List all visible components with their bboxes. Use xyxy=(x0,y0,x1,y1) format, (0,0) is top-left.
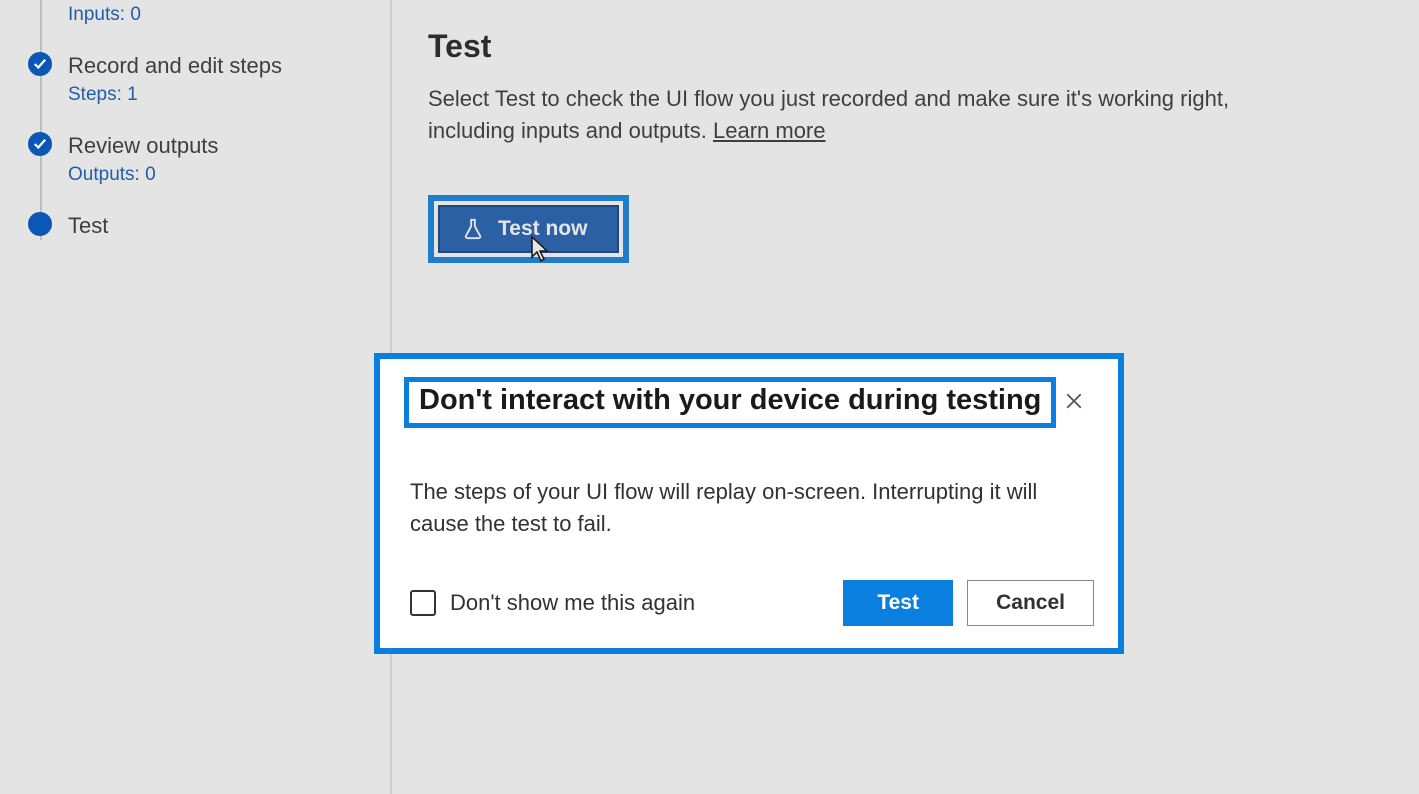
stepper-step-title: Record and edit steps xyxy=(68,52,282,80)
close-icon xyxy=(1065,392,1083,410)
dialog-header: Don't interact with your device during t… xyxy=(404,377,1094,428)
dialog-footer: Don't show me this again Test Cancel xyxy=(404,580,1094,626)
stepper-bullet-done xyxy=(28,52,52,76)
check-icon xyxy=(33,57,47,71)
cancel-button[interactable]: Cancel xyxy=(967,580,1094,626)
stepper-step-review[interactable]: Review outputs Outputs: 0 xyxy=(0,132,390,186)
stepper-bullet-current xyxy=(28,212,52,236)
stepper-connector-line xyxy=(40,0,42,240)
checkbox-label: Don't show me this again xyxy=(450,590,695,616)
stepper-step-title: Test xyxy=(68,212,108,240)
dialog-title: Don't interact with your device during t… xyxy=(419,384,1041,417)
stepper-step-test[interactable]: Test xyxy=(0,212,390,240)
stepper-step-sub: Steps: 1 xyxy=(68,84,282,106)
test-now-highlight: Test now xyxy=(428,195,629,263)
stepper-step-sub: Outputs: 0 xyxy=(68,164,218,186)
page-description-text: Select Test to check the UI flow you jus… xyxy=(428,86,1229,143)
flask-icon xyxy=(462,218,484,240)
test-now-label: Test now xyxy=(498,217,587,241)
stepper-step-record[interactable]: Record and edit steps Steps: 1 xyxy=(0,52,390,106)
wizard-stepper-sidebar: Inputs: 0 Record and edit steps Steps: 1… xyxy=(0,0,390,794)
close-button[interactable] xyxy=(1058,385,1090,417)
dialog-actions: Test Cancel xyxy=(843,580,1094,626)
checkbox-box xyxy=(410,590,436,616)
learn-more-link[interactable]: Learn more xyxy=(713,118,826,143)
page-title: Test xyxy=(428,28,1383,65)
stepper-step-sub: Inputs: 0 xyxy=(68,4,141,26)
stepper-bullet-done xyxy=(28,132,52,156)
test-warning-dialog: Don't interact with your device during t… xyxy=(374,353,1124,654)
dialog-title-highlight: Don't interact with your device during t… xyxy=(404,377,1056,428)
test-now-button[interactable]: Test now xyxy=(438,205,619,253)
test-button[interactable]: Test xyxy=(843,580,953,626)
dont-show-again-checkbox[interactable]: Don't show me this again xyxy=(410,590,695,616)
page-description: Select Test to check the UI flow you jus… xyxy=(428,83,1248,147)
stepper-step-title: Review outputs xyxy=(68,132,218,160)
stepper-step-inputs[interactable]: Inputs: 0 xyxy=(0,0,390,26)
dialog-body: The steps of your UI flow will replay on… xyxy=(404,476,1094,540)
check-icon xyxy=(33,137,47,151)
